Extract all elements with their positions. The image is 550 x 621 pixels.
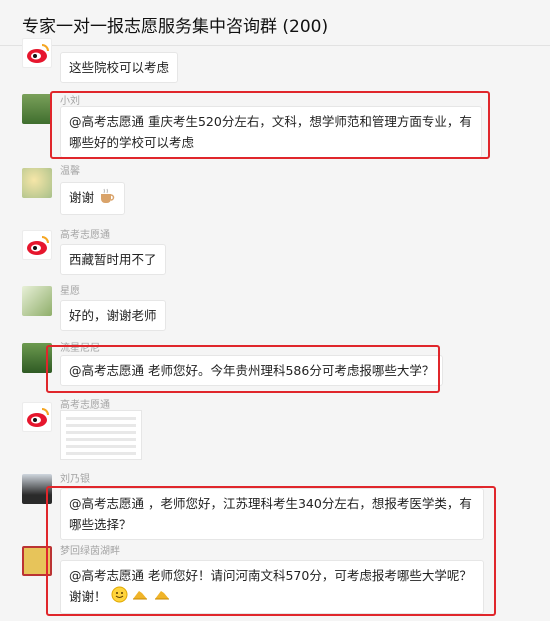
message-text: 谢谢 bbox=[69, 190, 95, 205]
message-bubble: 这些院校可以考虑 bbox=[60, 52, 179, 83]
chat-title: 专家一对一报志愿服务集中咨询群 (200) bbox=[22, 17, 329, 37]
weibo-logo-icon[interactable] bbox=[22, 230, 52, 260]
message-item: 温馨 谢谢 bbox=[0, 162, 550, 218]
coffee-cup-emoji bbox=[98, 188, 116, 210]
message-item: 高考志愿通 西藏暂时用不了 bbox=[0, 224, 550, 275]
message-item: 星愿 好的，谢谢老师 bbox=[0, 280, 550, 331]
message-item: 高考志愿通 bbox=[0, 396, 550, 462]
chat-header: 专家一对一报志愿服务集中咨询群 (200) bbox=[0, 0, 550, 46]
message-item: 这些院校可以考虑 bbox=[0, 38, 550, 86]
sender-name: 高考志愿通 bbox=[60, 230, 110, 241]
sender-name: 星愿 bbox=[60, 286, 80, 297]
sender-name: 温馨 bbox=[60, 166, 80, 177]
sender-name: 高考志愿通 bbox=[60, 400, 110, 411]
weibo-logo-icon[interactable] bbox=[22, 402, 52, 432]
landscape-avatar[interactable] bbox=[22, 94, 52, 124]
table-screenshot-image[interactable] bbox=[60, 410, 142, 460]
message-bubble: 西藏暂时用不了 bbox=[60, 244, 166, 275]
flowers-avatar[interactable] bbox=[22, 168, 52, 198]
highlight-box bbox=[46, 486, 496, 616]
message-bubble: 谢谢 bbox=[60, 182, 125, 215]
highlight-box bbox=[50, 91, 490, 159]
sender-name: 刘乃银 bbox=[60, 474, 90, 485]
message-bubble: 好的，谢谢老师 bbox=[60, 300, 166, 331]
highlight-box bbox=[46, 345, 440, 393]
plant-avatar[interactable] bbox=[22, 286, 52, 316]
weibo-logo-icon[interactable] bbox=[22, 38, 52, 68]
